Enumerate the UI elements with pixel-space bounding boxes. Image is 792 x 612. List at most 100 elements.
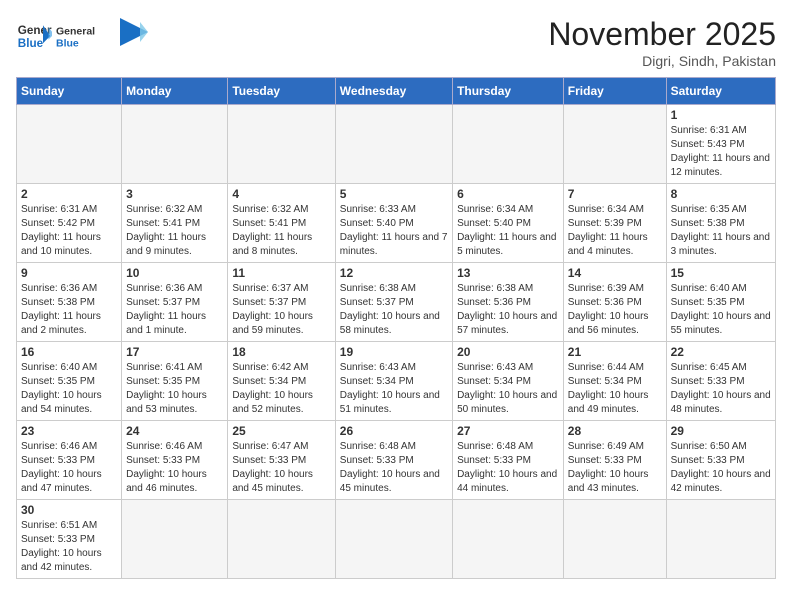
day-info: Sunrise: 6:40 AM Sunset: 5:35 PM Dayligh… (21, 361, 117, 417)
day-number: 13 (457, 266, 559, 280)
day-number: 18 (232, 345, 330, 359)
day-info: Sunrise: 6:48 AM Sunset: 5:33 PM Dayligh… (457, 440, 559, 496)
day-number: 14 (568, 266, 662, 280)
day-number: 12 (340, 266, 448, 280)
calendar-cell: 18Sunrise: 6:42 AM Sunset: 5:34 PM Dayli… (228, 342, 335, 421)
weekday-header-friday: Friday (563, 78, 666, 105)
day-number: 11 (232, 266, 330, 280)
week-row-3: 16 Sunrise: 6:40 AM Sunset: 5:35 PM Dayli… (17, 342, 776, 421)
day-info: Sunrise: 6:32 AM Sunset: 5:41 PM Dayligh… (232, 203, 330, 259)
calendar-cell: 13 Sunrise: 6:38 AM Sunset: 5:36 PM Dayli… (453, 263, 564, 342)
day-number: 3 (126, 187, 223, 201)
day-number: 23 (21, 424, 117, 438)
calendar-cell (563, 105, 666, 184)
week-row-0: 1 Sunrise: 6:31 AM Sunset: 5:43 PM Daylig… (17, 105, 776, 184)
calendar-cell (563, 500, 666, 579)
day-number: 7 (568, 187, 662, 201)
svg-text:General: General (56, 26, 95, 38)
calendar-cell: 10 Sunrise: 6:36 AM Sunset: 5:37 PM Dayli… (122, 263, 228, 342)
calendar-cell: 25 Sunrise: 6:47 AM Sunset: 5:33 PM Dayli… (228, 421, 335, 500)
title-block: November 2025 Digri, Sindh, Pakistan (548, 16, 776, 69)
day-number: 9 (21, 266, 117, 280)
day-number: 26 (340, 424, 448, 438)
day-info: Sunrise: 6:43 AM Sunset: 5:34 PM Dayligh… (457, 361, 559, 417)
calendar-cell: 3Sunrise: 6:32 AM Sunset: 5:41 PM Daylig… (122, 184, 228, 263)
day-number: 1 (671, 108, 771, 122)
calendar-cell: 17 Sunrise: 6:41 AM Sunset: 5:35 PM Dayli… (122, 342, 228, 421)
calendar-cell: 20 Sunrise: 6:43 AM Sunset: 5:34 PM Dayli… (453, 342, 564, 421)
day-info: Sunrise: 6:31 AM Sunset: 5:42 PM Dayligh… (21, 203, 117, 259)
logo-icon: General Blue (16, 18, 52, 54)
calendar-cell (453, 500, 564, 579)
weekday-header-monday: Monday (122, 78, 228, 105)
logo: General Blue General Blue (16, 16, 148, 56)
day-number: 4 (232, 187, 330, 201)
day-info: Sunrise: 6:31 AM Sunset: 5:43 PM Dayligh… (671, 124, 771, 180)
day-number: 6 (457, 187, 559, 201)
day-number: 2 (21, 187, 117, 201)
day-info: Sunrise: 6:35 AM Sunset: 5:38 PM Dayligh… (671, 203, 771, 259)
day-number: 25 (232, 424, 330, 438)
logo-wordmark: General Blue (56, 16, 116, 56)
day-info: Sunrise: 6:40 AM Sunset: 5:35 PM Dayligh… (671, 282, 771, 338)
calendar-cell: 5Sunrise: 6:33 AM Sunset: 5:40 PM Daylig… (335, 184, 452, 263)
calendar-cell: 6 Sunrise: 6:34 AM Sunset: 5:40 PM Daylig… (453, 184, 564, 263)
day-info: Sunrise: 6:43 AM Sunset: 5:34 PM Dayligh… (340, 361, 448, 417)
day-info: Sunrise: 6:34 AM Sunset: 5:40 PM Dayligh… (457, 203, 559, 259)
weekday-header-thursday: Thursday (453, 78, 564, 105)
day-info: Sunrise: 6:38 AM Sunset: 5:36 PM Dayligh… (457, 282, 559, 338)
calendar-cell: 8Sunrise: 6:35 AM Sunset: 5:38 PM Daylig… (666, 184, 775, 263)
weekday-header-tuesday: Tuesday (228, 78, 335, 105)
week-row-5: 30Sunrise: 6:51 AM Sunset: 5:33 PM Dayli… (17, 500, 776, 579)
day-number: 17 (126, 345, 223, 359)
calendar-cell: 11 Sunrise: 6:37 AM Sunset: 5:37 PM Dayli… (228, 263, 335, 342)
day-number: 28 (568, 424, 662, 438)
calendar-cell (666, 500, 775, 579)
weekday-header-sunday: Sunday (17, 78, 122, 105)
day-info: Sunrise: 6:37 AM Sunset: 5:37 PM Dayligh… (232, 282, 330, 338)
day-info: Sunrise: 6:44 AM Sunset: 5:34 PM Dayligh… (568, 361, 662, 417)
day-info: Sunrise: 6:36 AM Sunset: 5:37 PM Dayligh… (126, 282, 223, 338)
calendar-cell (335, 105, 452, 184)
day-info: Sunrise: 6:38 AM Sunset: 5:37 PM Dayligh… (340, 282, 448, 338)
calendar-title: November 2025 (548, 16, 776, 53)
calendar-cell: 27Sunrise: 6:48 AM Sunset: 5:33 PM Dayli… (453, 421, 564, 500)
day-number: 15 (671, 266, 771, 280)
day-info: Sunrise: 6:34 AM Sunset: 5:39 PM Dayligh… (568, 203, 662, 259)
calendar-cell: 1 Sunrise: 6:31 AM Sunset: 5:43 PM Daylig… (666, 105, 775, 184)
day-number: 24 (126, 424, 223, 438)
day-info: Sunrise: 6:49 AM Sunset: 5:33 PM Dayligh… (568, 440, 662, 496)
calendar-cell: 26Sunrise: 6:48 AM Sunset: 5:33 PM Dayli… (335, 421, 452, 500)
calendar-cell: 2 Sunrise: 6:31 AM Sunset: 5:42 PM Daylig… (17, 184, 122, 263)
week-row-1: 2 Sunrise: 6:31 AM Sunset: 5:42 PM Daylig… (17, 184, 776, 263)
day-info: Sunrise: 6:46 AM Sunset: 5:33 PM Dayligh… (21, 440, 117, 496)
page-header: General Blue General Blue November 2025 … (16, 16, 776, 69)
week-row-2: 9 Sunrise: 6:36 AM Sunset: 5:38 PM Daylig… (17, 263, 776, 342)
calendar-cell: 12 Sunrise: 6:38 AM Sunset: 5:37 PM Dayli… (335, 263, 452, 342)
day-number: 21 (568, 345, 662, 359)
weekday-header-row: SundayMondayTuesdayWednesdayThursdayFrid… (17, 78, 776, 105)
calendar-cell: 4 Sunrise: 6:32 AM Sunset: 5:41 PM Daylig… (228, 184, 335, 263)
calendar-cell: 28 Sunrise: 6:49 AM Sunset: 5:33 PM Dayli… (563, 421, 666, 500)
calendar-cell (228, 500, 335, 579)
svg-text:Blue: Blue (18, 37, 44, 50)
day-number: 29 (671, 424, 771, 438)
calendar-cell: 16 Sunrise: 6:40 AM Sunset: 5:35 PM Dayli… (17, 342, 122, 421)
calendar-cell (453, 105, 564, 184)
calendar-cell: 22Sunrise: 6:45 AM Sunset: 5:33 PM Dayli… (666, 342, 775, 421)
day-info: Sunrise: 6:39 AM Sunset: 5:36 PM Dayligh… (568, 282, 662, 338)
day-info: Sunrise: 6:47 AM Sunset: 5:33 PM Dayligh… (232, 440, 330, 496)
day-number: 10 (126, 266, 223, 280)
day-info: Sunrise: 6:46 AM Sunset: 5:33 PM Dayligh… (126, 440, 223, 496)
day-number: 19 (340, 345, 448, 359)
calendar-cell: 30Sunrise: 6:51 AM Sunset: 5:33 PM Dayli… (17, 500, 122, 579)
calendar-cell (17, 105, 122, 184)
weekday-header-wednesday: Wednesday (335, 78, 452, 105)
day-info: Sunrise: 6:41 AM Sunset: 5:35 PM Dayligh… (126, 361, 223, 417)
day-info: Sunrise: 6:36 AM Sunset: 5:38 PM Dayligh… (21, 282, 117, 338)
day-info: Sunrise: 6:45 AM Sunset: 5:33 PM Dayligh… (671, 361, 771, 417)
day-number: 20 (457, 345, 559, 359)
day-info: Sunrise: 6:33 AM Sunset: 5:40 PM Dayligh… (340, 203, 448, 259)
calendar-cell: 9 Sunrise: 6:36 AM Sunset: 5:38 PM Daylig… (17, 263, 122, 342)
day-number: 16 (21, 345, 117, 359)
